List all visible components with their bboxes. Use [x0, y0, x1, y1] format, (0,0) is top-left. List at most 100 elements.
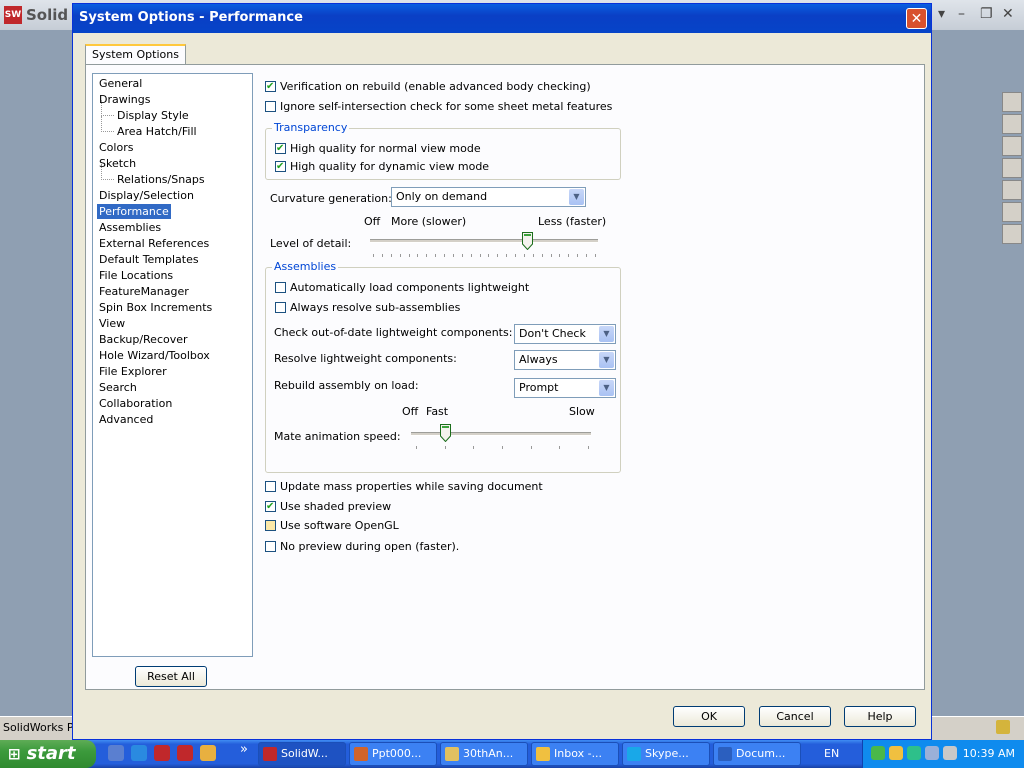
- slider-tick: [577, 254, 579, 257]
- tree-item-performance[interactable]: Performance: [97, 204, 171, 219]
- tree-item-default-templates[interactable]: Default Templates: [97, 252, 201, 267]
- clock-app-icon[interactable]: [200, 745, 216, 761]
- curvature-select[interactable]: Only on demand ▼: [391, 187, 586, 207]
- taskbar-task-button[interactable]: Inbox -...: [531, 742, 619, 766]
- tree-item-featuremanager[interactable]: FeatureManager: [97, 284, 191, 299]
- tray-status-icon[interactable]: [871, 746, 885, 760]
- quicklaunch-overflow-icon[interactable]: »: [240, 742, 248, 757]
- ignore-self-intersection-checkbox[interactable]: [265, 101, 276, 112]
- tree-item-file-explorer[interactable]: File Explorer: [97, 364, 169, 379]
- tree-item-backup-recover[interactable]: Backup/Recover: [97, 332, 190, 347]
- tree-item-relations-snaps[interactable]: Relations/Snaps: [101, 164, 207, 187]
- task-app-icon: [445, 747, 459, 761]
- properties-icon[interactable]: [1002, 224, 1022, 244]
- tree-item-search[interactable]: Search: [97, 380, 139, 395]
- tree-item-hole-wizard-toolbox[interactable]: Hole Wizard/Toolbox: [97, 348, 212, 363]
- show-desktop-icon[interactable]: [108, 745, 124, 761]
- slider-tick: [595, 254, 596, 257]
- tree-item-advanced[interactable]: Advanced: [97, 412, 155, 427]
- check-out-of-date-select[interactable]: Don't Check ▼: [514, 324, 616, 344]
- resources-icon[interactable]: [1002, 114, 1022, 134]
- appearance-icon[interactable]: [1002, 202, 1022, 222]
- tree-item-file-locations[interactable]: File Locations: [97, 268, 175, 283]
- resolve-lightweight-select[interactable]: Always ▼: [514, 350, 616, 370]
- home-icon[interactable]: [1002, 92, 1022, 112]
- dialog-titlebar[interactable]: System Options - Performance ✕: [73, 4, 931, 33]
- chevron-down-icon[interactable]: ▼: [599, 352, 614, 368]
- mate-slider-thumb[interactable]: [439, 424, 451, 442]
- tray-clock-icon[interactable]: [889, 746, 903, 760]
- dialog-title: System Options - Performance: [79, 10, 303, 25]
- tree-item-display-selection[interactable]: Display/Selection: [97, 188, 196, 203]
- slider-tick: [497, 254, 499, 257]
- cancel-button[interactable]: Cancel: [759, 706, 831, 727]
- slider-tick: [488, 254, 490, 257]
- start-button[interactable]: ⊞ start: [0, 740, 96, 768]
- folder-icon[interactable]: [1002, 136, 1022, 156]
- chevron-down-icon[interactable]: ▼: [599, 380, 614, 396]
- solidworks-launcher-icon[interactable]: [154, 745, 170, 761]
- slider-tick: [586, 254, 588, 257]
- slider-tick: [461, 254, 463, 257]
- hq-dynamic-checkbox[interactable]: [275, 159, 286, 175]
- app-menu-arrow-icon[interactable]: ▾: [938, 6, 945, 22]
- language-indicator[interactable]: EN: [824, 747, 839, 760]
- no-preview-checkbox[interactable]: [265, 541, 276, 552]
- tree-item-spin-box-increments[interactable]: Spin Box Increments: [97, 300, 214, 315]
- view-palette-icon[interactable]: [1002, 158, 1022, 178]
- tree-item-view[interactable]: View: [97, 316, 127, 331]
- internet-explorer-icon[interactable]: [131, 745, 147, 761]
- help-button[interactable]: Help: [844, 706, 916, 727]
- resolve-sub-checkbox[interactable]: [275, 302, 286, 313]
- reset-all-button[interactable]: Reset All: [135, 666, 207, 687]
- verify-rebuild-checkbox[interactable]: [265, 79, 276, 95]
- shaded-preview-checkbox[interactable]: [265, 499, 276, 515]
- tree-item-display-style[interactable]: Display Style: [101, 100, 191, 123]
- taskbar-task-button[interactable]: Ppt000...: [349, 742, 437, 766]
- app-minimize-icon[interactable]: –: [958, 6, 965, 22]
- close-icon[interactable]: ✕: [906, 8, 927, 29]
- slider-tick: [470, 254, 472, 257]
- taskbar-task-button[interactable]: Skype...: [622, 742, 710, 766]
- slider-tick: [416, 446, 417, 449]
- tray-network-icon[interactable]: [925, 746, 939, 760]
- taskbar-task-button[interactable]: 30thAn...: [440, 742, 528, 766]
- tree-item-collaboration[interactable]: Collaboration: [97, 396, 174, 411]
- tree-item-colors[interactable]: Colors: [97, 140, 135, 155]
- tab-system-options[interactable]: System Options: [85, 44, 186, 66]
- status-tag-icon[interactable]: [996, 720, 1010, 734]
- auto-lightweight-checkbox[interactable]: [275, 282, 286, 293]
- windows-logo-icon: ⊞: [8, 745, 21, 763]
- app-close-icon[interactable]: ✕: [1002, 6, 1014, 22]
- software-opengl-checkbox[interactable]: [265, 520, 276, 531]
- slider-tick: [399, 254, 401, 257]
- tree-item-area-hatch-fill[interactable]: Area Hatch/Fill: [101, 116, 199, 139]
- slider-tick: [523, 254, 525, 257]
- slider-tick: [373, 254, 374, 257]
- app-restore-icon[interactable]: ❐: [980, 6, 993, 22]
- solidworks-launcher-icon[interactable]: [177, 745, 193, 761]
- tree-item-assemblies[interactable]: Assemblies: [97, 220, 163, 235]
- lod-label: Level of detail:: [270, 237, 352, 250]
- hq-normal-checkbox[interactable]: [275, 141, 286, 157]
- tray-skype-icon[interactable]: [907, 746, 921, 760]
- update-mass-checkbox[interactable]: [265, 481, 276, 492]
- lod-slider-thumb[interactable]: [521, 232, 533, 250]
- lod-slider-ticks: [373, 254, 596, 258]
- taskbar-task-button[interactable]: Docum...: [713, 742, 801, 766]
- task-label: Inbox -...: [554, 747, 603, 760]
- lod-slider-track[interactable]: [370, 239, 598, 243]
- chevron-down-icon[interactable]: ▼: [599, 326, 614, 342]
- rebuild-on-load-select[interactable]: Prompt ▼: [514, 378, 616, 398]
- tree-item-external-references[interactable]: External References: [97, 236, 211, 251]
- taskbar-task-button[interactable]: SolidW...: [258, 742, 346, 766]
- tray-volume-icon[interactable]: [943, 746, 957, 760]
- mate-slider-track[interactable]: [411, 432, 591, 436]
- transparency-group-title: Transparency: [272, 121, 350, 135]
- design-library-icon[interactable]: [1002, 180, 1022, 200]
- tree-item-general[interactable]: General: [97, 76, 144, 91]
- task-pane-tabs: [1000, 90, 1024, 246]
- mate-fast-label: Fast: [426, 405, 449, 418]
- ok-button[interactable]: OK: [673, 706, 745, 727]
- chevron-down-icon[interactable]: ▼: [569, 189, 584, 205]
